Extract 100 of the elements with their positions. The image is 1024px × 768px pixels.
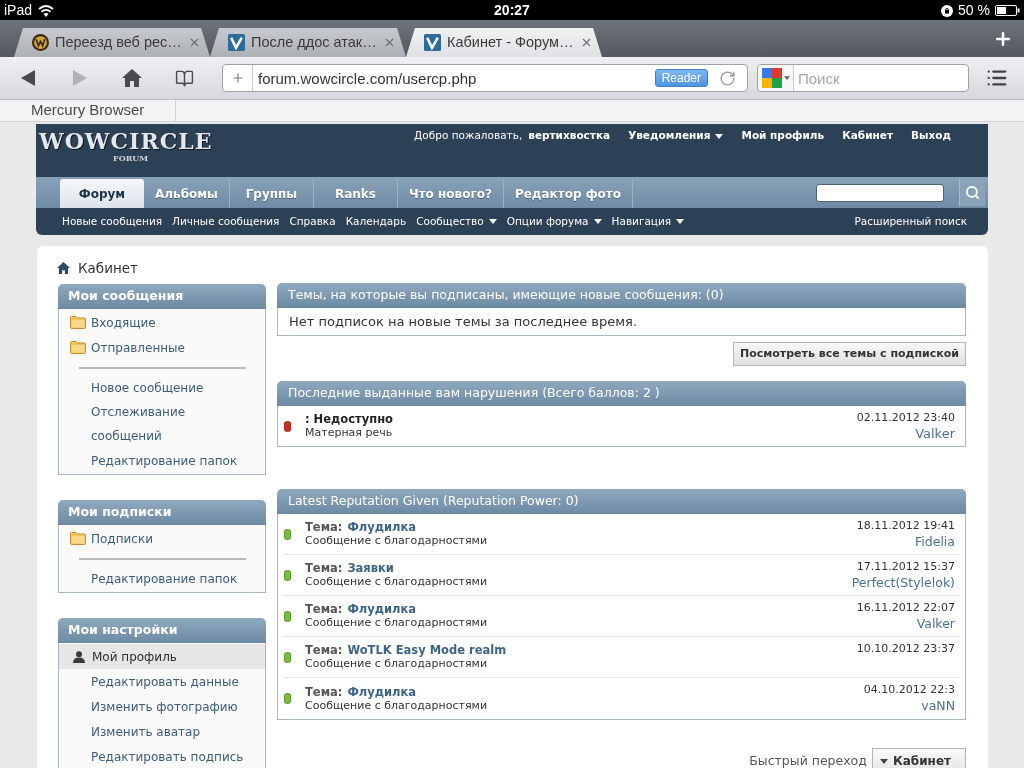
search-input[interactable]: [816, 183, 944, 202]
browser-tab[interactable]: Кабинет - Форум…: [406, 28, 602, 57]
battery-percent: 50 %: [958, 1, 990, 20]
marker-icon: [284, 693, 291, 704]
sidebar-link[interactable]: Изменить фотографию: [91, 694, 238, 719]
home-icon: [122, 69, 142, 87]
user-link[interactable]: Valker: [915, 424, 955, 442]
sidebar-heading: Мои подписки: [58, 500, 266, 525]
sidebar-link[interactable]: Изменить аватар: [91, 719, 201, 744]
sidebar-item[interactable]: Входящие: [59, 310, 265, 335]
advanced-search-link[interactable]: Расширенный поиск: [854, 213, 967, 230]
search-button[interactable]: [959, 179, 985, 206]
sidebar-heading: Мои сообщения: [58, 284, 266, 309]
header-link[interactable]: Мой профиль: [741, 128, 825, 144]
sub-nav-link[interactable]: Личные сообщения: [172, 213, 280, 230]
folder-icon: [70, 341, 86, 354]
folder-icon: [70, 532, 86, 545]
block-heading: Темы, на которые вы подписаны, имеющие новые сообщения: (0): [277, 283, 966, 308]
user-link[interactable]: Fidelia: [915, 532, 955, 550]
logo-title[interactable]: WOWCIRCLE: [39, 129, 213, 153]
sidebar-heading: Мои настройки: [58, 618, 266, 643]
user-link[interactable]: Perfect(Stylelok): [851, 573, 955, 591]
header-link[interactable]: Выход: [911, 128, 951, 144]
sidebar-link[interactable]: Отслеживание сообщений: [91, 400, 254, 448]
rotation-lock-icon: [941, 4, 954, 17]
topic-label: Тема:: [305, 520, 343, 534]
person-icon: [73, 650, 85, 663]
nav-tab[interactable]: Форум: [60, 179, 144, 208]
marker-icon: [284, 528, 291, 540]
reputation-comment: Сообщение с благодарностями: [305, 657, 489, 671]
sub-nav-link[interactable]: Календарь: [345, 213, 407, 230]
view-subscriptions-button[interactable]: Посмотреть все темы с подпиской: [732, 342, 966, 366]
infraction-reason: Матерная речь: [305, 426, 393, 440]
address-bar[interactable]: forum.wowcircle.com/usercp.php Reader: [222, 64, 748, 92]
sub-nav-link[interactable]: Навигация: [611, 213, 685, 230]
welcome-text: Добро пожаловать,: [414, 128, 523, 144]
reputation-comment: Сообщение с благодарностями: [305, 616, 488, 630]
thread-link[interactable]: Флудилка: [347, 520, 417, 534]
topic-label: Тема:: [305, 643, 343, 657]
search-bar[interactable]: Поиск: [757, 64, 969, 92]
caret-icon: [593, 219, 602, 224]
header-link[interactable]: Уведомления: [628, 128, 724, 144]
block-heading: Последние выданные вам нарушения (Всего баллов: 2 ): [277, 381, 966, 406]
browser-tab[interactable]: После ддос атак…: [210, 28, 406, 57]
url-field[interactable]: forum.wowcircle.com/usercp.php: [258, 65, 655, 91]
user-link[interactable]: vaNN: [921, 697, 955, 714]
back-icon: [21, 70, 35, 86]
clock-time: 20:27: [494, 1, 530, 20]
sidebar-link[interactable]: Редактирование папок: [91, 448, 238, 473]
topic-label: Тема:: [305, 602, 343, 616]
browser-tab[interactable]: Переезд веб рес…: [14, 28, 210, 57]
empty-message: Нет подписок на новые темы за последнее время.: [289, 312, 638, 331]
thread-link[interactable]: Заявки: [347, 561, 394, 575]
infraction-date: 02.11.2012 23:40: [856, 410, 955, 425]
sub-nav-link[interactable]: Сообщество: [416, 213, 497, 230]
home-icon[interactable]: [57, 262, 70, 274]
menu-icon[interactable]: [985, 67, 1008, 89]
marker-icon: [284, 569, 291, 581]
caret-icon: [715, 133, 724, 139]
folder-icon: [70, 316, 86, 329]
topic-label: Тема:: [305, 684, 343, 699]
header-link[interactable]: Кабинет: [842, 128, 894, 144]
forward-icon: [73, 70, 87, 86]
sidebar-link[interactable]: Редактировать данные: [91, 669, 239, 694]
sidebar-link[interactable]: Редактировать подпись: [91, 744, 244, 768]
book-icon: [173, 68, 195, 88]
sidebar-link[interactable]: Редактирование папок: [91, 566, 238, 591]
sub-nav-link[interactable]: Новые сообщения: [62, 213, 163, 230]
user-link[interactable]: Valker: [916, 614, 955, 632]
sub-nav-link[interactable]: Опции форума: [506, 213, 602, 230]
marker-icon: [284, 610, 291, 622]
block-heading: Latest Reputation Given (Reputation Power: 0): [277, 489, 966, 514]
caret-icon: [783, 76, 790, 80]
emblem-icon: [32, 34, 49, 51]
thread-link[interactable]: Флудилка: [347, 684, 417, 699]
wifi-icon: [38, 4, 55, 17]
thread-link[interactable]: Флудилка: [347, 602, 417, 616]
reputation-date: 04.10.2012 22:3: [863, 683, 955, 697]
search-engine-icon: [761, 68, 782, 88]
square-logo-icon: [424, 34, 441, 51]
reputation-date: 18.11.2012 19:41: [856, 518, 955, 533]
sidebar-link[interactable]: Новое сообщение: [91, 375, 204, 400]
username-link[interactable]: вертихвостка: [528, 128, 611, 144]
bookmark-link[interactable]: Mercury Browser: [0, 100, 177, 121]
caret-icon: [879, 758, 888, 764]
sidebar-item[interactable]: Подписки: [59, 526, 265, 551]
caret-icon: [676, 219, 685, 224]
reputation-date: 10.10.2012 23:37: [856, 641, 955, 656]
sidebar-item[interactable]: Отправленные: [59, 335, 265, 360]
search-icon: [965, 185, 980, 200]
reputation-comment: Сообщение с благодарностями: [305, 534, 488, 548]
refresh-icon[interactable]: [719, 69, 736, 87]
quick-nav-label: Быстрый переход: [749, 751, 867, 768]
marker-icon: [284, 651, 291, 663]
quick-nav-button[interactable]: Кабинет: [871, 748, 966, 768]
search-engine-button[interactable]: [758, 65, 794, 91]
thread-link[interactable]: WoTLK Easy Mode realm: [347, 643, 507, 657]
search-field[interactable]: Поиск: [798, 65, 968, 91]
sub-nav-link[interactable]: Справка: [289, 213, 336, 230]
breadcrumb-current: Кабинет: [78, 258, 138, 278]
